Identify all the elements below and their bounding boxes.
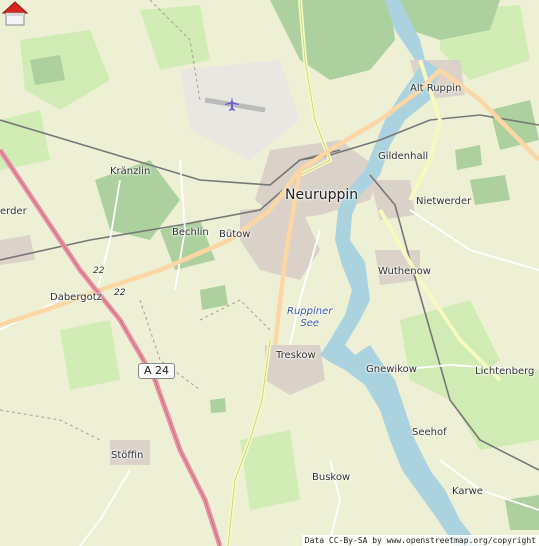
- place-label-wuthenow[interactable]: Wuthenow: [378, 266, 431, 278]
- place-label-kraenzlin[interactable]: Kränzlin: [110, 166, 150, 178]
- map-attribution: Data CC-By-SA by www.openstreetmap.org/c…: [301, 535, 539, 546]
- place-label-gnewikow[interactable]: Gnewikow: [366, 364, 417, 376]
- map-view[interactable]: Neuruppin Alt Ruppin Gildenhall Nietwerd…: [0, 0, 539, 546]
- map-tiles: [0, 0, 539, 546]
- place-label-lichtenberg[interactable]: Lichtenberg: [475, 366, 534, 378]
- place-label-neuruppin[interactable]: Neuruppin: [285, 187, 358, 203]
- place-label-bechlin[interactable]: Bechlin: [172, 227, 209, 239]
- airport-icon: [225, 97, 239, 111]
- place-label-buskow[interactable]: Buskow: [312, 472, 350, 484]
- place-label-treskow[interactable]: Treskow: [276, 350, 316, 362]
- place-label-gildenhall[interactable]: Gildenhall: [378, 151, 428, 163]
- place-label-dabergotz[interactable]: Dabergotz: [50, 292, 102, 304]
- place-label-alt-ruppin[interactable]: Alt Ruppin: [410, 83, 461, 95]
- place-label-partial[interactable]: erder: [0, 206, 27, 218]
- motorway-shield: A 24: [138, 363, 176, 379]
- place-label-nietwerder[interactable]: Nietwerder: [416, 196, 471, 208]
- lake-label-line2: See: [300, 318, 320, 329]
- place-label-stoeffin[interactable]: Stöffin: [111, 450, 143, 462]
- road-ref-b22-b: 22: [114, 288, 126, 298]
- road-ref-b22-a: 22: [93, 266, 105, 276]
- place-label-seehof[interactable]: Seehof: [412, 427, 447, 439]
- place-label-buetow[interactable]: Bütow: [219, 229, 250, 241]
- place-label-karwe[interactable]: Karwe: [452, 486, 483, 498]
- attribution-prefix: Data CC-By-SA by: [304, 536, 387, 545]
- lake-label: Ruppiner See: [287, 306, 332, 330]
- attribution-link[interactable]: www.openstreetmap.org/copyright: [387, 536, 536, 545]
- house-icon[interactable]: [0, 0, 30, 28]
- lake-label-line1: Ruppiner: [287, 306, 333, 317]
